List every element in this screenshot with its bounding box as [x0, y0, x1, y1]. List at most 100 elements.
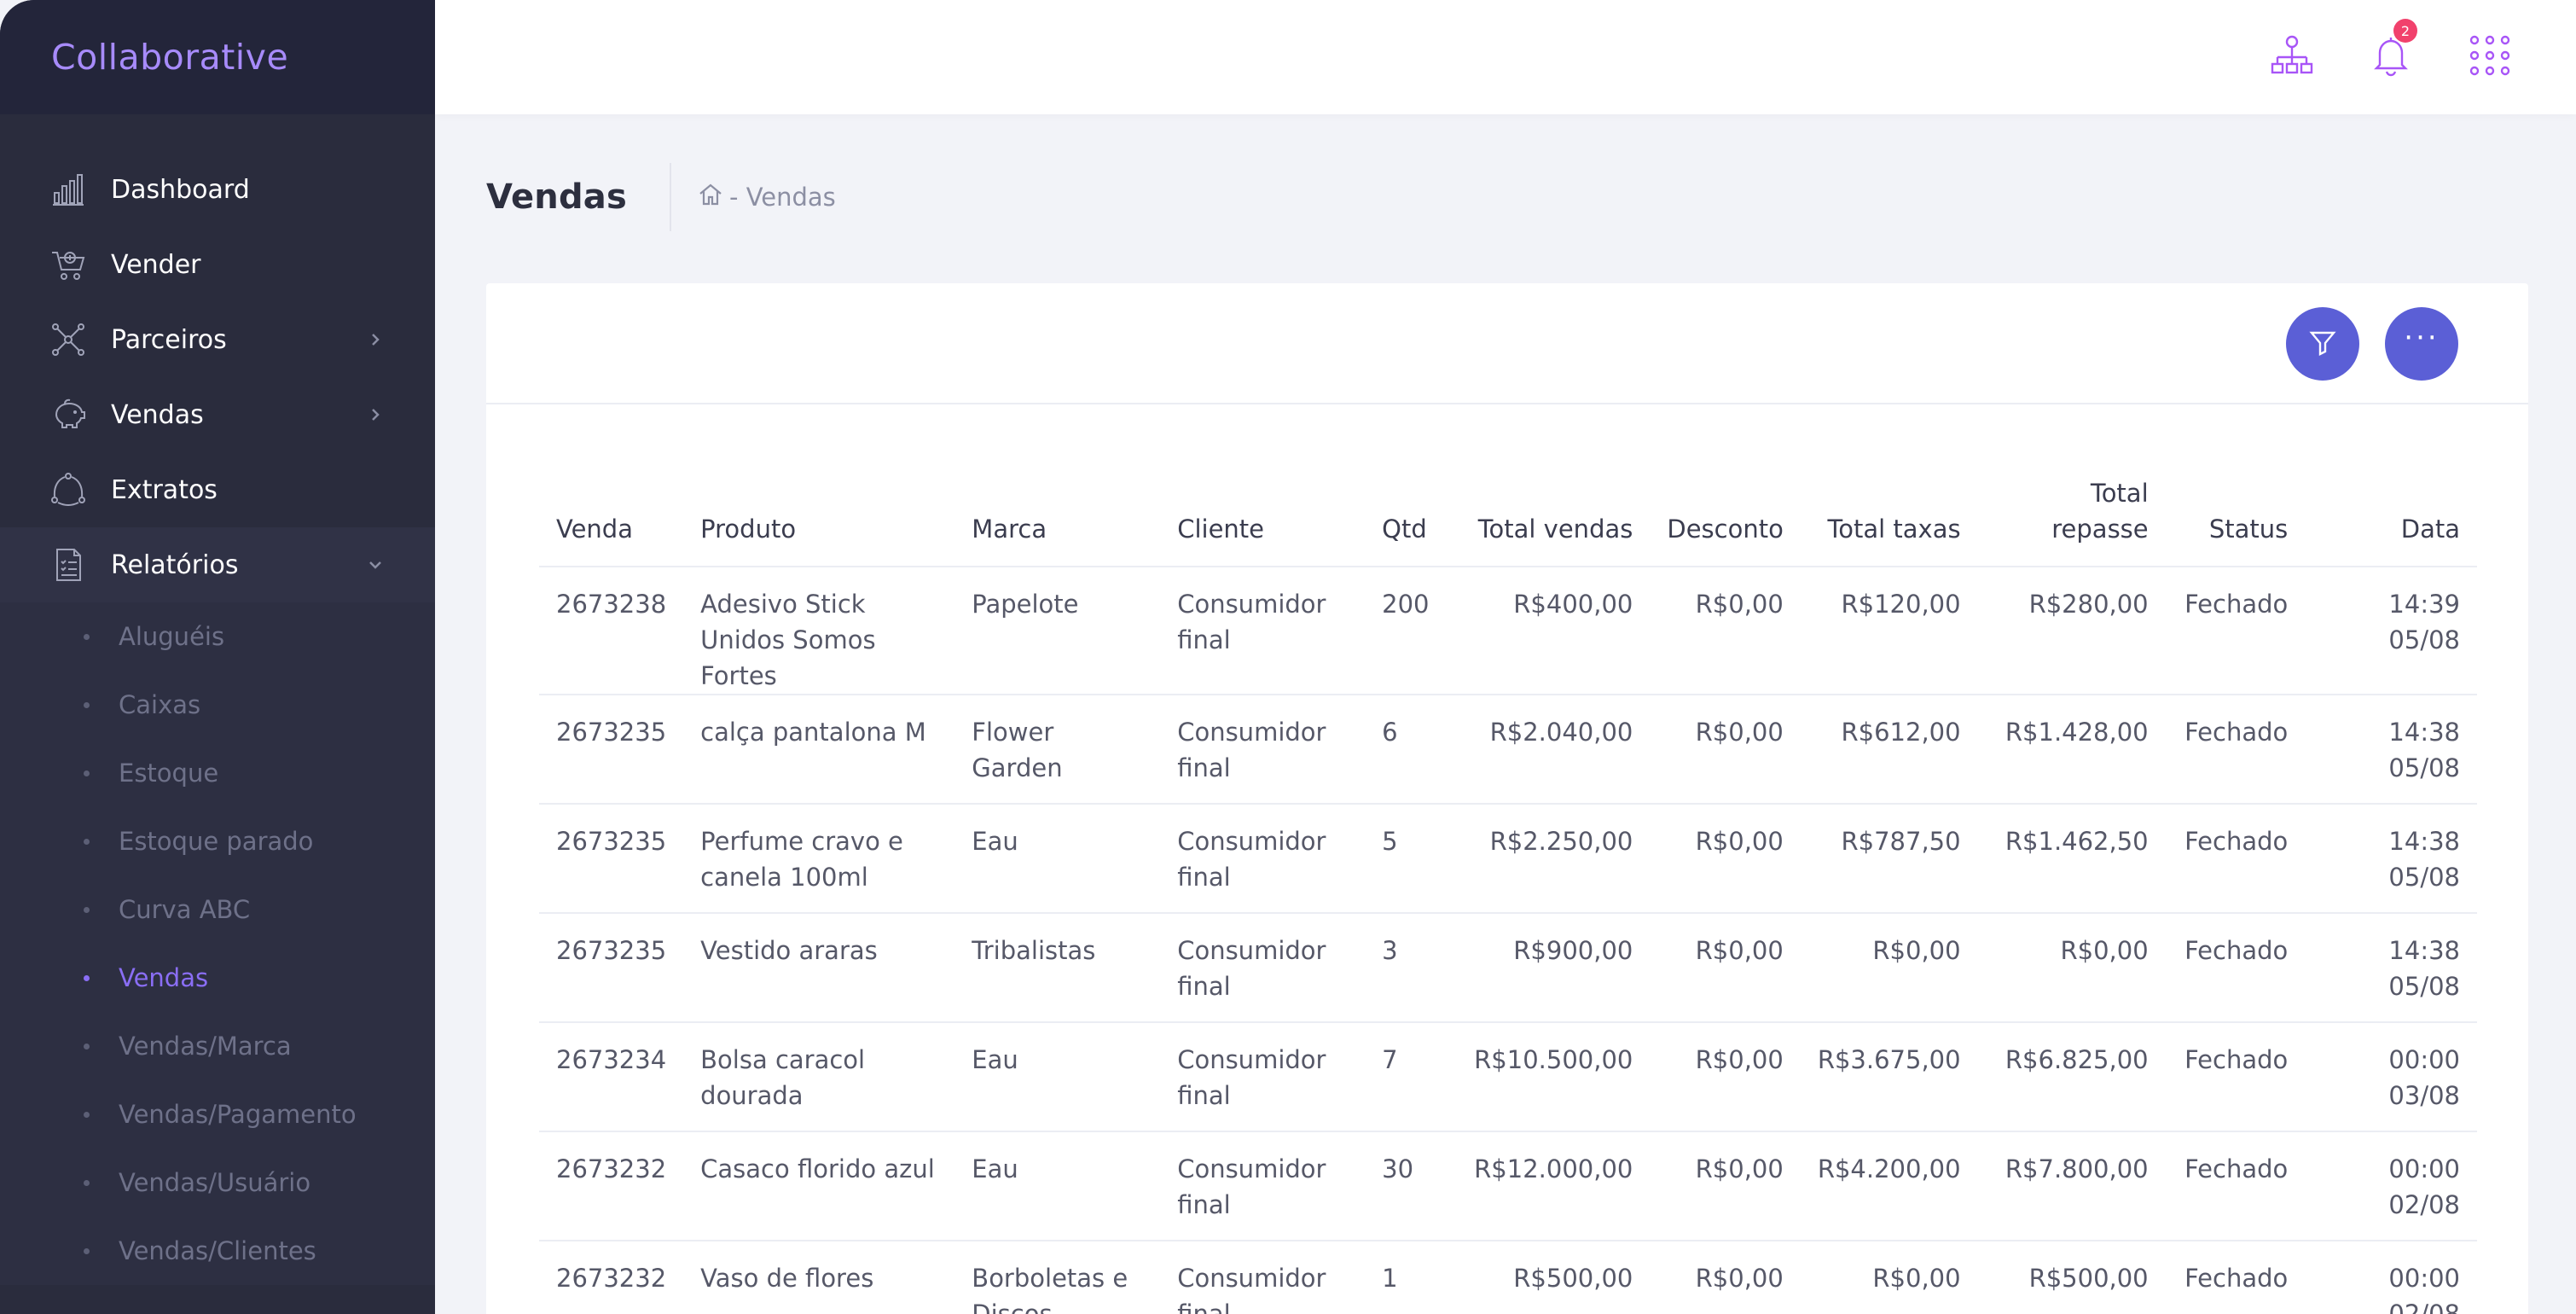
sidebar-item-label: Vender — [111, 249, 201, 280]
cell-produto: Vestido araras — [683, 913, 955, 1023]
submenu-item-label: Aluguéis — [119, 622, 225, 651]
col-header-venda[interactable]: Venda — [539, 464, 684, 567]
cell-data: 14:39 05/08 — [2305, 567, 2477, 695]
brand-logo-text[interactable]: Collaborative — [51, 37, 288, 78]
home-icon[interactable] — [697, 181, 729, 214]
submenu-item-estoque[interactable]: Estoque — [0, 739, 435, 807]
col-header-cliente[interactable]: Cliente — [1160, 464, 1366, 567]
sidebar-item-label: Extratos — [111, 474, 218, 505]
cell-status: Fechado — [2165, 695, 2306, 805]
cell-venda: 2673235 — [539, 804, 684, 914]
col-header-qtd[interactable]: Qtd — [1365, 464, 1458, 567]
cell-venda: 2673238 — [539, 567, 684, 695]
cell-status: Fechado — [2165, 804, 2306, 914]
org-chart-icon[interactable] — [2269, 32, 2315, 78]
bullet-icon — [84, 1179, 90, 1186]
apps-grid-icon[interactable] — [2467, 32, 2513, 78]
col-header-total-vendas[interactable]: Total vendas — [1457, 464, 1651, 567]
cell-total-repasse: R$6.825,00 — [1977, 1022, 2166, 1132]
cell-cliente: Consumidor final — [1160, 1241, 1366, 1314]
col-header-desconto[interactable]: Desconto — [1650, 464, 1801, 567]
more-options-button[interactable]: ··· — [2385, 307, 2458, 381]
chevron-down-icon — [367, 556, 384, 573]
bullet-icon — [84, 770, 90, 776]
sidebar-item-relatorios[interactable]: Relatórios — [0, 527, 435, 602]
notification-badge: 2 — [2393, 19, 2417, 43]
col-header-produto[interactable]: Produto — [683, 464, 955, 567]
col-header-data[interactable]: Data — [2305, 464, 2477, 567]
sidebar-item-dashboard[interactable]: Dashboard — [0, 152, 435, 227]
cell-total-taxas: R$4.200,00 — [1800, 1131, 1978, 1241]
table-row[interactable]: 2673234 Bolsa caracol dourada Eau Consumido… — [539, 1022, 2477, 1132]
cart-icon — [49, 246, 87, 283]
bar-chart-icon — [49, 171, 87, 208]
table-row[interactable]: 2673235 Perfume cravo e canela 100ml Eau Co… — [539, 804, 2477, 914]
table-row[interactable]: 2673235 calça pantalona M Flower Garden Con… — [539, 695, 2477, 805]
submenu-item-estoque-parado[interactable]: Estoque parado — [0, 807, 435, 875]
submenu-item-alugueis[interactable]: Aluguéis — [0, 602, 435, 671]
chevron-right-icon — [367, 331, 384, 348]
submenu-item-label: Vendas — [119, 963, 209, 992]
piggy-bank-icon — [49, 396, 87, 433]
cell-total-vendas: R$2.250,00 — [1457, 804, 1651, 914]
sidebar-item-label: Relatórios — [111, 549, 239, 580]
table-row[interactable]: 2673232 Casaco florido azul Eau Consumidor … — [539, 1131, 2477, 1241]
bullet-icon — [84, 1043, 90, 1049]
submenu-item-label: Caixas — [119, 690, 201, 719]
submenu-item-label: Vendas/Clientes — [119, 1236, 316, 1265]
cell-total-repasse: R$1.428,00 — [1977, 695, 2166, 805]
cell-desconto: R$0,00 — [1650, 567, 1801, 695]
table-row[interactable]: 2673232 Vaso de flores Borboletas e Discos… — [539, 1241, 2477, 1314]
cycle-icon — [49, 471, 87, 509]
col-header-marca[interactable]: Marca — [954, 464, 1161, 567]
submenu-item-label: Vendas/Usuário — [119, 1168, 311, 1197]
cell-total-vendas: R$400,00 — [1457, 567, 1651, 695]
cell-venda: 2673232 — [539, 1241, 684, 1314]
subheader: Vendas - Vendas — [486, 162, 836, 232]
sidebar-item-extratos[interactable]: Extratos — [0, 452, 435, 527]
cell-status: Fechado — [2165, 1131, 2306, 1241]
submenu-item-vendas-pagamento[interactable]: Vendas/Pagamento — [0, 1080, 435, 1148]
cell-total-taxas: R$120,00 — [1800, 567, 1978, 695]
submenu-item-label: Estoque — [119, 759, 219, 788]
cell-venda: 2673234 — [539, 1022, 684, 1132]
sidebar-item-vender[interactable]: Vender — [0, 227, 435, 302]
col-header-total-taxas[interactable]: Total taxas — [1800, 464, 1978, 567]
submenu-item-caixas[interactable]: Caixas — [0, 671, 435, 739]
cell-total-vendas: R$900,00 — [1457, 913, 1651, 1023]
submenu-item-label: Curva ABC — [119, 895, 251, 924]
cell-status: Fechado — [2165, 913, 2306, 1023]
cell-desconto: R$0,00 — [1650, 913, 1801, 1023]
submenu-item-vendas-clientes[interactable]: Vendas/Clientes — [0, 1217, 435, 1285]
cell-total-vendas: R$2.040,00 — [1457, 695, 1651, 805]
table-row[interactable]: 2673238 Adesivo Stick Unidos Somos Fortes… — [539, 567, 2477, 695]
cell-cliente: Consumidor final — [1160, 567, 1366, 695]
submenu-item-vendas-usuario[interactable]: Vendas/Usuário — [0, 1148, 435, 1217]
notifications-button[interactable]: 2 — [2368, 19, 2417, 78]
sidebar-item-label: Vendas — [111, 399, 204, 430]
submenu-item-curva-abc[interactable]: Curva ABC — [0, 875, 435, 944]
cell-total-repasse: R$1.462,50 — [1977, 804, 2166, 914]
cell-total-vendas: R$12.000,00 — [1457, 1131, 1651, 1241]
bullet-icon — [84, 1111, 90, 1118]
table-row[interactable]: 2673235 Vestido araras Tribalistas Consumid… — [539, 913, 2477, 1023]
sales-card: ··· Venda Produto Marca Cliente Qtd Tota… — [486, 283, 2528, 1314]
cell-qtd: 200 — [1365, 567, 1458, 695]
cell-marca: Papelote — [954, 567, 1161, 695]
cell-desconto: R$0,00 — [1650, 1022, 1801, 1132]
submenu-item-vendas[interactable]: Vendas — [0, 944, 435, 1012]
cell-total-repasse: R$280,00 — [1977, 567, 2166, 695]
col-header-total-repasse[interactable]: Total repasse — [1977, 464, 2166, 567]
sidebar-item-parceiros[interactable]: Parceiros — [0, 302, 435, 377]
sidebar-item-vendas[interactable]: Vendas — [0, 377, 435, 452]
bullet-icon — [84, 906, 90, 913]
col-header-status[interactable]: Status — [2165, 464, 2306, 567]
cell-data: 14:38 05/08 — [2305, 804, 2477, 914]
filter-button[interactable] — [2286, 307, 2359, 381]
cell-venda: 2673235 — [539, 913, 684, 1023]
cell-status: Fechado — [2165, 1241, 2306, 1314]
cell-marca: Eau — [954, 1131, 1161, 1241]
submenu-item-vendas-marca[interactable]: Vendas/Marca — [0, 1012, 435, 1080]
cell-produto: Vaso de flores — [683, 1241, 955, 1314]
chevron-right-icon — [367, 406, 384, 423]
